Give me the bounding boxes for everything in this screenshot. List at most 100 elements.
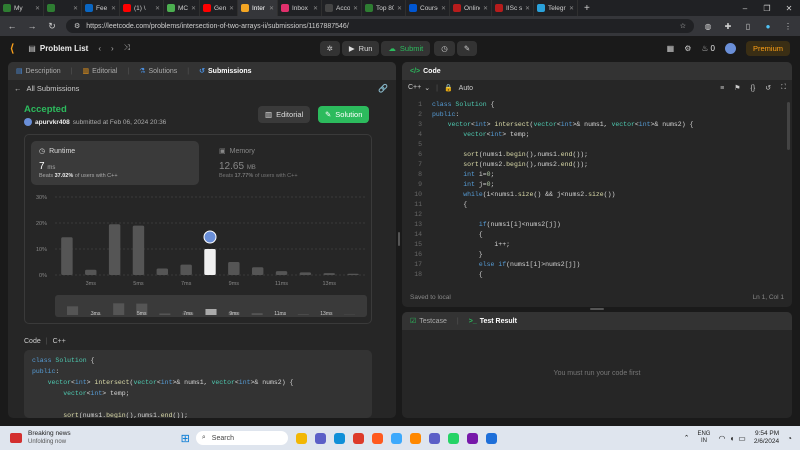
news-widget[interactable]: Breaking news Unfolding now — [28, 430, 71, 446]
tab-close-icon[interactable]: ✕ — [35, 5, 40, 12]
code-line[interactable]: 16 } — [402, 250, 782, 260]
code-line[interactable]: 5 — [402, 140, 782, 150]
chart-bar[interactable] — [347, 273, 359, 275]
tab-close-icon[interactable]: ✕ — [155, 5, 160, 12]
tab-description[interactable]: ▤ Description — [16, 67, 61, 76]
minimize-icon[interactable]: – — [734, 4, 756, 13]
run-button[interactable]: ▶ Run — [341, 40, 380, 56]
code-editor[interactable]: 1 class Solution {2 public: 3 vector<int> i… — [402, 100, 782, 280]
browser-tab[interactable]: My ✕ — [0, 0, 44, 16]
teams-icon[interactable] — [314, 432, 326, 444]
editorial-button[interactable]: ▥ Editorial — [258, 106, 311, 123]
chart-bar-current[interactable] — [204, 249, 216, 275]
leetcode-logo-icon[interactable]: ⟨ — [10, 42, 14, 55]
chart-bar[interactable] — [323, 273, 335, 275]
language-select[interactable]: C++ ⌄ — [408, 84, 430, 92]
files-icon[interactable] — [390, 432, 402, 444]
sidebar-icon[interactable]: ▯ — [742, 22, 754, 31]
browser-tab[interactable]: Online C✕ — [450, 0, 492, 16]
browser-tab[interactable]: (1) \ ✕ — [120, 0, 164, 16]
tab-close-icon[interactable]: ✕ — [269, 5, 274, 12]
browser-tab[interactable]: IISc scie✕ — [492, 0, 534, 16]
news-alert-icon[interactable] — [10, 433, 22, 443]
close-window-icon[interactable]: ✕ — [778, 4, 800, 13]
bookmark-star-icon[interactable]: ☆ — [680, 22, 686, 30]
submit-button[interactable]: ☁ Submit — [381, 40, 431, 56]
share-link-icon[interactable]: 🔗 — [378, 84, 388, 93]
taskbar-search[interactable]: ⌕ Search — [195, 431, 288, 445]
chart-bar[interactable] — [251, 267, 264, 275]
code-line[interactable]: 14 { — [402, 230, 782, 240]
horizontal-splitter-handle[interactable] — [590, 308, 604, 310]
tab-close-icon[interactable]: ✕ — [525, 5, 530, 12]
bookmark-icon[interactable]: ⚑ — [734, 84, 740, 92]
settings-gear-icon[interactable]: ⚙ — [684, 44, 691, 53]
browser-tab[interactable]: Telegra✕ — [534, 0, 578, 16]
vertical-splitter-handle[interactable] — [398, 232, 400, 246]
file-explorer-icon[interactable] — [295, 432, 307, 444]
extensions-puzzle-icon[interactable]: ✚ — [722, 22, 734, 31]
browser-tab[interactable]: ✕ — [44, 0, 82, 16]
braces-icon[interactable]: {} — [751, 85, 756, 92]
menu-dots-icon[interactable]: ⋮ — [782, 22, 794, 31]
whatsapp-icon[interactable] — [447, 432, 459, 444]
code-line[interactable]: 2 public: — [402, 110, 782, 120]
tab-solutions[interactable]: ⚗ Solutions — [139, 67, 177, 76]
browser-tab[interactable]: Top 80+✕ — [362, 0, 406, 16]
memory-card[interactable]: ▣ Memory 12.65 MB Beats 17.77% of users … — [211, 141, 361, 185]
streak-fire-icon[interactable]: ♨ — [701, 44, 708, 53]
timer-icon[interactable]: ◷ — [434, 40, 455, 56]
forward-arrow-icon[interactable]: → — [26, 21, 38, 31]
browser-tab[interactable]: MC ✕ — [164, 0, 200, 16]
code-line[interactable]: 3 vector<int> intersect(vector<int>& num… — [402, 120, 782, 130]
username[interactable]: apurvkr408 — [35, 119, 70, 126]
browser-tab[interactable]: Courser✕ — [406, 0, 450, 16]
layout-icon[interactable]: ▦ — [667, 44, 675, 53]
notes-icon[interactable]: ✎ — [456, 40, 478, 56]
tab-close-icon[interactable]: ✕ — [111, 5, 116, 12]
browser-tab[interactable]: Gen ✕ — [200, 0, 238, 16]
code-line[interactable]: 13 if(nums1[i]<nums2[j]) — [402, 220, 782, 230]
chart-bar[interactable] — [228, 262, 240, 275]
new-tab-button[interactable]: + — [578, 3, 596, 14]
tab-submissions[interactable]: ↺ Submissions — [199, 67, 251, 76]
code-line[interactable]: 8 int i=0; — [402, 170, 782, 180]
code-line[interactable]: 12 — [402, 210, 782, 220]
language-indicator[interactable]: ENG IN — [697, 431, 710, 445]
browser-tab[interactable]: Inbox • [✕ — [278, 0, 322, 16]
premium-button[interactable]: Premium — [745, 40, 790, 56]
volume-icon[interactable]: ◖ — [729, 434, 734, 443]
runtime-card[interactable]: ◷ Runtime 7 ms Beats 37.02% of users wit… — [31, 141, 199, 185]
code-line[interactable]: 6 sort(nums1.begin(),nums1.end()); — [402, 150, 782, 160]
notification-bell-icon[interactable]: ◔ — [787, 434, 792, 443]
chart-bar[interactable] — [61, 237, 73, 275]
code-line[interactable]: 7 sort(nums2.begin(),nums2.end()); — [402, 160, 782, 170]
clock[interactable]: 9:54 PM 2/6/2024 — [754, 430, 779, 446]
tab-editorial[interactable]: ▥ Editorial — [82, 67, 117, 76]
fullscreen-icon[interactable]: ⛶ — [781, 84, 786, 92]
avatar[interactable] — [724, 42, 736, 54]
back-arrow-icon[interactable]: ← — [6, 21, 18, 31]
maximize-icon[interactable]: ❐ — [756, 4, 778, 13]
code-line[interactable]: 9 int j=0; — [402, 180, 782, 190]
extension-icon[interactable]: ◍ — [702, 22, 714, 31]
profile-icon[interactable]: ● — [762, 22, 774, 31]
chart-bar[interactable] — [180, 264, 192, 275]
chart-bar[interactable] — [275, 271, 288, 275]
debug-icon[interactable]: ✲ — [319, 40, 340, 56]
auto-mode-lock-icon[interactable]: 🔒 — [444, 84, 453, 92]
format-icon[interactable]: ≡ — [720, 85, 724, 92]
battery-icon[interactable]: ▭ — [738, 434, 746, 443]
code-line[interactable]: 18 { — [402, 270, 782, 280]
chart-bar[interactable] — [132, 225, 145, 275]
code-line[interactable]: 11 { — [402, 200, 782, 210]
tab-close-icon[interactable]: ✕ — [73, 5, 78, 12]
notepad-icon[interactable] — [485, 432, 497, 444]
tray-chevron-up-icon[interactable]: ⌃ — [684, 434, 690, 442]
chart-bar[interactable] — [156, 268, 169, 276]
code-line[interactable]: 15 i++; — [402, 240, 782, 250]
code-line[interactable]: 10 while(i<nums1.size() && j<nums2.size(… — [402, 190, 782, 200]
vlc-icon[interactable] — [409, 432, 421, 444]
next-problem-icon[interactable]: › — [111, 44, 114, 53]
code-line[interactable]: 17 else if(nums1[i]>nums2[j]) — [402, 260, 782, 270]
